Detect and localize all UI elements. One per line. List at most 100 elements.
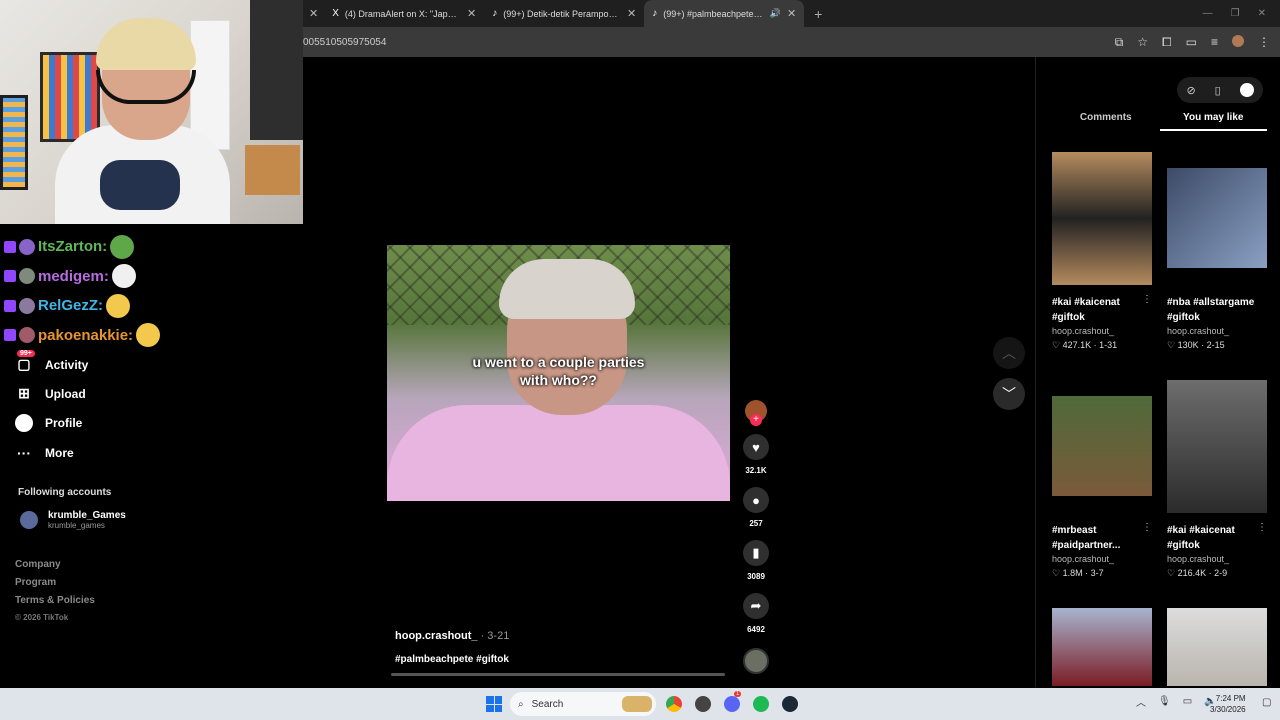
taskbar-search[interactable]: ⌕ Search [510,692,656,716]
card-author[interactable]: hoop.crashout_ [1052,554,1114,564]
extensions-icon[interactable]: ⧠ [1162,35,1172,50]
caption-line: u went to a couple parties [472,354,645,370]
tab-you-may-like[interactable]: You may like [1159,112,1267,131]
steam-icon[interactable] [782,696,798,712]
close-window-icon[interactable]: ✕ [1258,8,1266,19]
phone-icon[interactable]: ▯ [1215,84,1221,97]
bookmark-icon[interactable]: ▮ [743,540,769,566]
more-options-icon[interactable]: ⋮ [1142,294,1152,305]
footer-link-company[interactable]: Company [15,559,95,577]
close-icon[interactable]: ✕ [627,7,636,20]
chevron-up-icon[interactable]: ︿ [993,337,1025,369]
windows-taskbar: ⌕ Search 1 ︿ 🎙 ▭ 🔈 7:24 PM 3/30/2026 ▢ [0,688,1280,720]
comment-action[interactable]: ● 257 [740,487,772,528]
browser-tab-active[interactable]: ♪ (99+) #palmbeachpete #gift 🔊 ✕ [644,0,805,27]
maximize-icon[interactable]: ❐ [1231,8,1240,19]
spotify-icon[interactable] [753,696,769,712]
card-author[interactable]: hoop.crashout_ [1167,554,1229,564]
chrome-icon[interactable] [666,696,682,712]
card-title[interactable]: #nba #allstargame #giftok [1167,295,1267,325]
clock-date: 3/30/2026 [1210,705,1246,714]
video-player[interactable]: u went to a couple parties with who?? [387,245,730,501]
microphone-icon[interactable]: 🎙 [1158,696,1171,707]
notification-bell-icon[interactable]: ▢ [1262,697,1271,708]
toggle-switch[interactable] [1239,83,1254,97]
sound-disc[interactable] [743,648,769,674]
url-field[interactable]: 005510505975054 [303,37,386,48]
streamer-shirt-print [100,160,180,210]
video-card[interactable]: #mrbeast #paidpartner... ⋮ hoop.crashout… [1052,380,1152,608]
creator-avatar[interactable]: + [745,400,767,426]
following-account[interactable]: krumble_Games krumble_games [20,510,126,530]
nav-item-profile[interactable]: Profile [15,409,185,438]
heart-icon[interactable]: ♥ [743,434,769,460]
compass-icon[interactable]: ⊘ [1186,84,1195,97]
avatar [20,511,38,529]
network-icon[interactable]: ▭ [1183,696,1192,707]
new-tab-button[interactable]: + [804,6,832,22]
nav-item-upload[interactable]: ⊞ Upload [15,379,185,408]
tab-title: (99+) Detik-detik Perampokan [503,8,621,19]
footer-link-program[interactable]: Program [15,577,95,595]
close-icon[interactable]: ✕ [467,7,476,20]
footer-link-terms[interactable]: Terms & Policies [15,595,95,613]
card-stats: ♡ 216.4K · 2-9 [1167,568,1228,578]
discord-icon[interactable] [724,696,740,712]
footer-links: Company Program Terms & Policies © 2026 … [15,559,95,631]
more-options-icon[interactable]: ⋮ [1142,522,1152,533]
more-options-icon[interactable]: ⋮ [1257,522,1267,533]
post-author[interactable]: hoop.crashout_ · 3-21 [395,630,509,642]
speaker-icon[interactable]: 🔊 [770,8,781,19]
save-action[interactable]: ▮ 3089 [740,540,772,581]
cast-icon[interactable]: ▭ [1186,35,1197,50]
video-card[interactable] [1167,608,1267,698]
browser-tab[interactable]: X (4) DramaAlert on X: "Japan inv ✕ [324,0,484,27]
video-card[interactable]: #kai #kaicenat #giftok ⋮ hoop.crashout_ … [1167,380,1267,608]
like-action[interactable]: ♥ 32.1K [740,434,772,475]
media-control-icon[interactable]: ≡ [1211,35,1218,50]
share-arrow-icon[interactable]: ➦ [743,593,769,619]
install-app-icon[interactable]: ⧉ [1115,35,1124,50]
nav-item-activity[interactable]: ▢ 99+ Activity [15,349,185,379]
comment-bubble-icon[interactable]: ● [743,487,769,513]
share-action[interactable]: ➦ 6492 [740,593,772,634]
obs-icon[interactable] [695,696,711,712]
close-icon[interactable]: ✕ [303,7,324,20]
author-name[interactable]: hoop.crashout_ [395,630,478,642]
windows-start-icon[interactable] [486,696,502,712]
bookmark-star-icon[interactable]: ☆ [1137,35,1148,50]
tab-comments[interactable]: Comments [1052,112,1160,131]
profile-avatar-icon[interactable] [1232,34,1244,47]
minimize-icon[interactable]: — [1203,8,1213,19]
card-author[interactable]: hoop.crashout_ [1052,326,1114,336]
card-title[interactable]: #kai #kaicenat #giftok [1167,523,1267,553]
video-thumbnail[interactable] [1167,608,1267,686]
account-name: krumble_Games [48,510,126,521]
card-title[interactable]: #mrbeast #paidpartner... [1052,523,1152,553]
discord-badge: 1 [734,691,742,697]
close-icon[interactable]: ✕ [787,7,796,20]
cam-wall [250,0,303,140]
post-hashtags[interactable]: #palmbeachpete #giftok [395,654,509,665]
card-title[interactable]: #kai #kaicenat #giftok [1052,295,1152,325]
window-controls: — ❐ ✕ [1203,8,1280,19]
video-progress-bar[interactable] [391,673,725,676]
taskbar-clock[interactable]: 7:24 PM 3/30/2026 [1210,693,1246,715]
video-card[interactable]: #kai #kaicenat #giftok ⋮ hoop.crashout_ … [1052,152,1152,380]
nav-label: Activity [45,357,89,372]
video-thumbnail[interactable] [1052,608,1152,686]
video-thumbnail[interactable] [1167,168,1267,268]
video-subject-shirt [387,405,730,501]
nav-item-more[interactable]: ··· More [15,438,185,467]
video-thumbnail[interactable] [1167,380,1267,513]
video-card[interactable]: #nba #allstargame #giftok hoop.crashout_… [1167,152,1267,380]
video-thumbnail[interactable] [1052,152,1152,285]
video-card[interactable] [1052,608,1152,698]
menu-kebab-icon[interactable]: ⋮ [1258,35,1270,50]
card-author[interactable]: hoop.crashout_ [1167,326,1229,336]
follow-plus-icon[interactable]: + [750,414,762,426]
video-thumbnail[interactable] [1052,396,1152,496]
chevron-up-icon[interactable]: ︿ [1136,694,1146,709]
chevron-down-icon[interactable]: ﹀ [993,378,1025,410]
browser-tab[interactable]: ♪ (99+) Detik-detik Perampokan ✕ [484,0,644,27]
